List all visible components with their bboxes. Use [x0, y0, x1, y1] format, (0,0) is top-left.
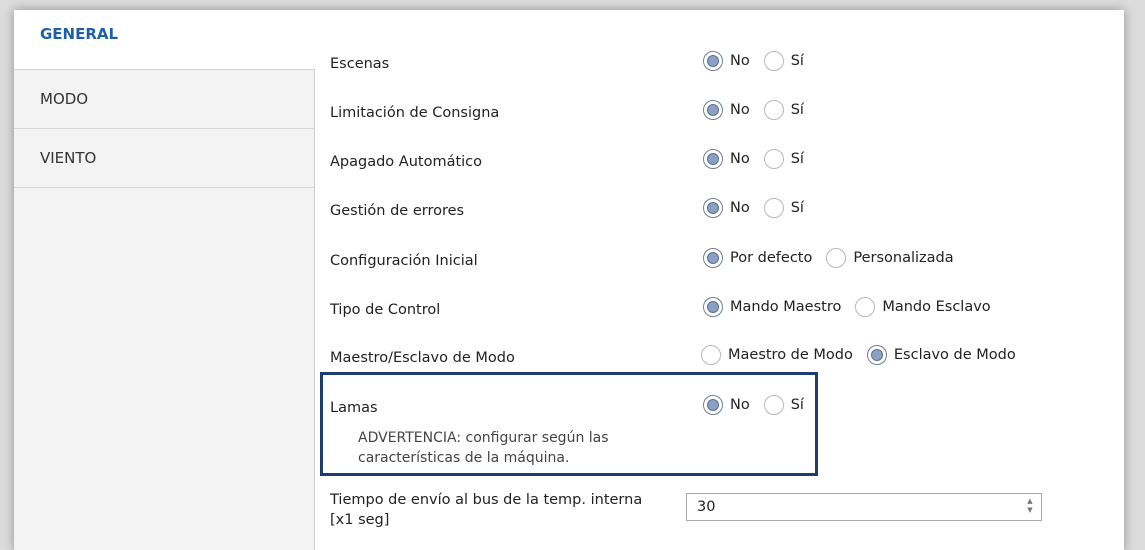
radio-selected-icon[interactable] [703, 198, 723, 218]
radio-option-label: Personalizada [853, 250, 954, 266]
radio-option[interactable]: No [703, 198, 750, 218]
param-label: Limitación de Consigna [330, 105, 500, 121]
time-param-spinbox[interactable]: 30 ▲ ▼ [686, 493, 1042, 521]
radio-option-label: No [730, 102, 750, 118]
radio-selected-icon[interactable] [703, 149, 723, 169]
param-label: Tipo de Control [330, 302, 441, 318]
radio-option[interactable]: Sí [763, 198, 804, 218]
param-options: No Sí [703, 149, 818, 169]
radio-dot-icon [707, 104, 719, 116]
radio-option-label: No [730, 53, 750, 69]
radio-selected-icon[interactable] [703, 51, 723, 71]
radio-unselected-icon[interactable] [763, 198, 784, 218]
spin-arrows[interactable]: ▲ ▼ [1025, 497, 1035, 515]
param-row: Tipo de Control Mando Maestro Mando Esclav… [315, 286, 1124, 326]
radio-option-label: Sí [790, 151, 804, 167]
spin-down-icon[interactable]: ▼ [1025, 506, 1035, 515]
param-options: Mando Maestro Mando Esclavo [703, 297, 1005, 317]
radio-option-label: Mando Maestro [730, 299, 842, 315]
radio-option[interactable]: Por defecto [703, 248, 812, 268]
radio-option[interactable]: Maestro de Modo [701, 345, 853, 365]
radio-option[interactable]: Mando Maestro [703, 297, 841, 317]
param-options: Maestro de Modo Esclavo de Modo [701, 345, 1030, 365]
parameters-panel: Escenas No Sí Limitación de Consigna No Sí Apa… [315, 10, 1124, 550]
radio-dot-icon [707, 55, 719, 67]
radio-option-label: Sí [790, 53, 804, 69]
radio-dot-icon [707, 301, 719, 313]
radio-dot-icon [707, 252, 719, 264]
radio-unselected-icon[interactable] [701, 345, 721, 365]
radio-selected-icon[interactable] [866, 345, 887, 365]
radio-unselected-icon[interactable] [855, 297, 876, 317]
param-label: Apagado Automático [330, 154, 483, 170]
radio-option[interactable]: Mando Esclavo [855, 297, 991, 317]
time-param-label: Tiempo de envío al bus de la temp. inter… [330, 492, 643, 528]
radio-option-label: Por defecto [730, 250, 813, 266]
radio-option-label: Sí [790, 200, 804, 216]
param-label: Escenas [330, 56, 390, 72]
parameters-window: GENERAL MODO VIENTO Escenas No Sí Limitació… [14, 10, 1124, 550]
sidebar-item-modo[interactable]: MODO [14, 70, 314, 129]
radio-unselected-icon[interactable] [763, 100, 784, 120]
radio-option[interactable]: Sí [763, 100, 804, 120]
sidebar-item-viento[interactable]: VIENTO [14, 129, 314, 188]
param-row: Maestro/Esclavo de Modo Maestro de Modo Es… [315, 334, 1124, 374]
radio-option-label: Maestro de Modo [728, 347, 853, 363]
radio-option[interactable]: Sí [763, 51, 804, 71]
radio-selected-icon[interactable] [703, 248, 723, 268]
param-label: Gestión de errores [330, 203, 465, 219]
radio-unselected-icon[interactable] [763, 51, 784, 71]
radio-dot-icon [870, 349, 883, 361]
radio-dot-icon [707, 202, 719, 214]
radio-selected-icon[interactable] [703, 297, 723, 317]
param-row: Limitación de Consigna No Sí [315, 89, 1124, 129]
param-row: Configuración Inicial Por defecto Personal… [315, 237, 1124, 277]
param-options: No Sí [703, 51, 818, 71]
radio-option-label: Esclavo de Modo [893, 347, 1016, 363]
radio-option[interactable]: Personalizada [826, 248, 954, 268]
param-options: No Sí [703, 100, 818, 120]
radio-option-label: No [730, 200, 750, 216]
radio-dot-icon [707, 153, 719, 165]
param-options: No Sí [703, 198, 818, 218]
radio-option[interactable]: Sí [763, 149, 804, 169]
lamas-warning-text: ADVERTENCIA: configurar según las caract… [358, 430, 609, 466]
time-param-value[interactable]: 30 [697, 499, 715, 515]
radio-option-label: Mando Esclavo [882, 299, 991, 315]
spin-up-icon[interactable]: ▲ [1025, 497, 1035, 506]
radio-option[interactable]: No [703, 51, 750, 71]
radio-unselected-icon[interactable] [763, 149, 784, 169]
param-row: Gestión de errores No Sí [315, 187, 1124, 227]
radio-option[interactable]: Esclavo de Modo [866, 345, 1016, 365]
radio-option[interactable]: No [703, 100, 750, 120]
radio-unselected-icon[interactable] [826, 248, 847, 268]
param-options: Por defecto Personalizada [703, 248, 968, 268]
radio-option-label: No [730, 151, 750, 167]
param-label: Maestro/Esclavo de Modo [330, 350, 515, 366]
param-row: Escenas No Sí [315, 40, 1124, 80]
param-label: Configuración Inicial [330, 253, 478, 269]
radio-selected-icon[interactable] [703, 100, 723, 120]
radio-option[interactable]: No [703, 149, 750, 169]
param-row: Apagado Automático No Sí [315, 138, 1124, 178]
sidebar-item-general[interactable]: GENERAL [14, 10, 315, 70]
radio-option-label: Sí [790, 102, 804, 118]
sidebar: GENERAL MODO VIENTO [14, 10, 315, 550]
